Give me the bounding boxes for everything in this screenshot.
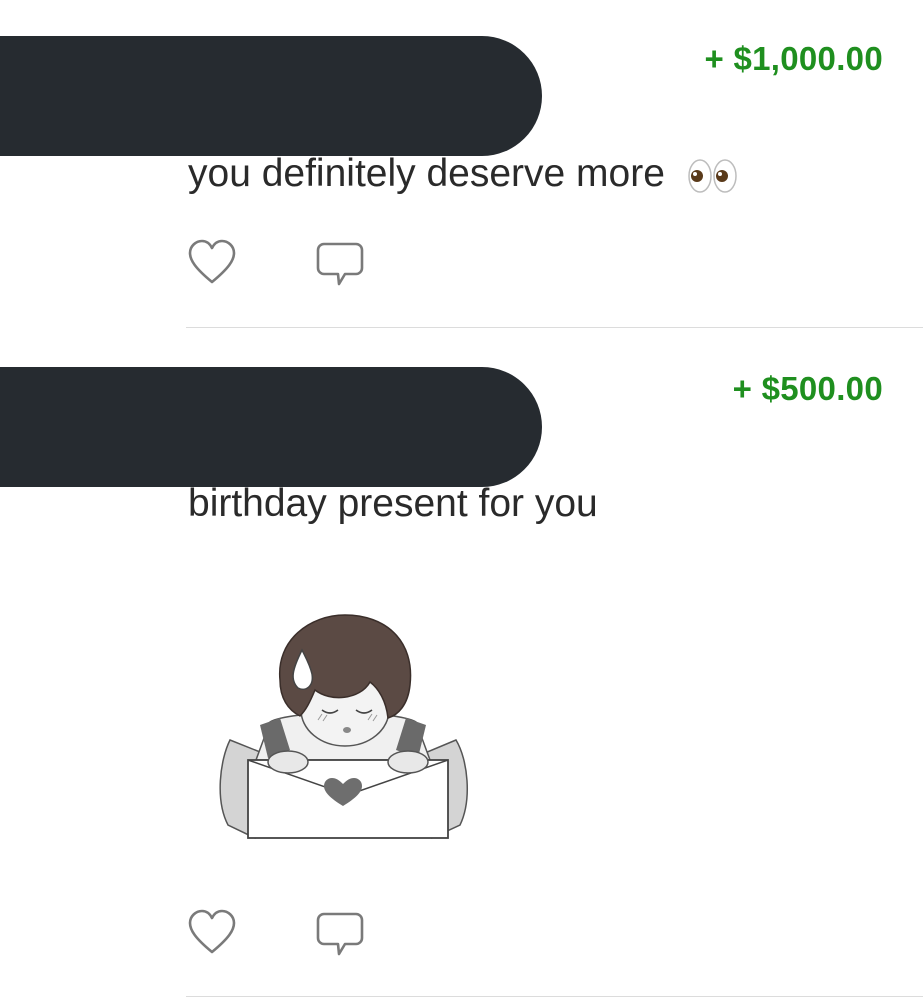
redacted-sender-name [0,36,542,156]
eyes-emoji-icon [688,158,737,193]
divider [186,327,923,328]
heart-icon[interactable] [187,238,237,288]
heart-icon[interactable] [187,908,237,958]
transaction-note-text: you definitely deserve more [188,152,665,195]
sticker-image[interactable] [210,610,476,850]
transaction-amount: + $500.00 [732,370,883,407]
transaction-note-text: birthday present for you [188,482,598,525]
comment-icon[interactable] [315,238,365,288]
transaction-feed: + $1,000.00 you definitely deserve more … [0,0,923,1000]
transaction-note: birthday present for you [188,482,598,526]
comment-icon[interactable] [315,908,365,958]
transaction-note: you definitely deserve more [188,152,740,196]
divider [186,996,923,997]
transaction-amount: + $1,000.00 [704,40,883,77]
redacted-sender-name [0,367,542,487]
